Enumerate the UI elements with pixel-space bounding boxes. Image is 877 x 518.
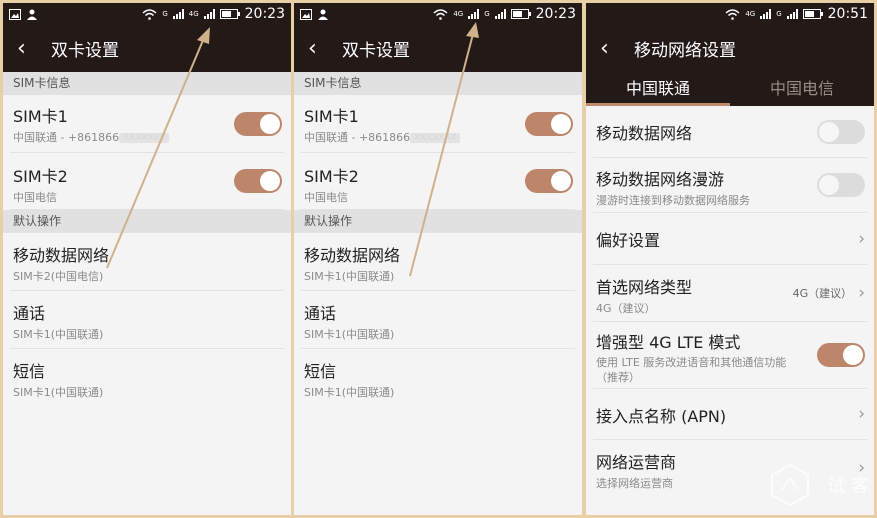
wifi-icon [142,8,157,20]
default-call-value: SIM卡1(中国联通) [13,328,104,341]
page-title: 双卡设置 [342,41,410,61]
default-call-row[interactable]: 通话 SIM卡1(中国联通) [301,291,575,349]
sim1-number: 中国联通 - +861866 [13,131,120,144]
sim2-row[interactable]: SIM卡2 中国电信 [10,153,284,210]
chevron-right-icon: › [858,228,865,249]
mobile-data-toggle[interactable] [817,119,865,144]
enhanced-lte-toggle[interactable] [817,343,865,367]
default-sms-title: 短信 [13,362,46,381]
default-sms-value: SIM卡1(中国联通) [304,386,395,399]
title-bar: ‹ 双卡设置 [294,25,582,72]
default-call-row[interactable]: 通话 SIM卡1(中国联通) [10,291,284,349]
battery-icon [219,9,240,19]
default-sms-title: 短信 [304,362,337,381]
sim1-toggle[interactable] [234,111,282,136]
signal-type-label: 4G [188,10,199,18]
section-header-default: 默认操作 [294,210,582,233]
default-call-value: SIM卡1(中国联通) [304,328,395,341]
signal-icon [172,9,184,19]
phone-screen-3: 4G G 20:51 ‹ 移动网络设置 中国联通 中国电信 移动数据网络 移动数… [586,3,874,515]
default-sms-row[interactable]: 短信 SIM卡1(中国联通) [10,349,284,407]
image-icon [9,8,21,20]
chevron-right-icon: › [858,283,865,303]
masked-number: XXXXXXX [410,133,461,143]
section-header-sim-info: SIM卡信息 [294,72,582,95]
page-title: 双卡设置 [51,41,119,61]
person-icon [318,9,328,20]
mobile-data-row[interactable]: 移动数据网络 [593,106,867,158]
enhanced-lte-row[interactable]: 增强型 4G LTE 模式 使用 LTE 服务改进语音和其他通信功能（推荐） [593,322,867,389]
preferences-title: 偏好设置 [596,231,661,250]
page-title: 移动网络设置 [634,41,736,61]
back-arrow-icon[interactable]: ‹ [17,37,51,60]
default-sms-row[interactable]: 短信 SIM卡1(中国联通) [301,349,575,407]
signal-type-label: G [162,10,168,18]
default-data-title: 移动数据网络 [304,246,401,265]
sim1-row[interactable]: SIM卡1 中国联通 - +861866 XXXXXXX [301,95,575,153]
watermark-text: 试 客 [827,476,869,497]
phone-screen-1: G 4G 20:23 ‹ 双卡设置 SIM卡信息 SIM卡1 中国联通 - +8… [3,3,291,515]
wifi-icon [433,8,448,20]
tab-china-telecom[interactable]: 中国电信 [730,72,874,106]
signal-type-label: 4G [745,10,756,18]
status-bar: 4G G 20:51 [586,3,874,25]
clock: 20:23 [535,6,576,22]
sim2-row[interactable]: SIM卡2 中国电信 [301,153,575,210]
title-bar: ‹ 双卡设置 [3,25,291,72]
back-arrow-icon[interactable]: ‹ [600,37,634,60]
watermark-logo-icon [771,463,810,507]
phone-screen-2: 4G G 20:23 ‹ 双卡设置 SIM卡信息 SIM卡1 中国联通 - +8… [294,3,582,515]
person-icon [27,9,37,20]
default-call-title: 通话 [13,304,46,323]
preferred-network-value: 4G（建议） [792,287,853,300]
enhanced-lte-sub: 使用 LTE 服务改进语音和其他通信功能（推荐） [596,356,787,384]
default-data-title: 移动数据网络 [13,246,110,265]
data-roaming-toggle[interactable] [817,173,865,197]
sim1-number: 中国联通 - +861866 [304,131,411,144]
sim1-row[interactable]: SIM卡1 中国联通 - +861866 XXXXXXX [10,95,284,153]
battery-icon [802,9,823,19]
status-bar: G 4G 20:23 [3,3,291,25]
battery-icon [510,9,531,19]
masked-number: XXXXXXX [119,133,170,143]
watermark: 试 客 [767,462,869,508]
default-data-row[interactable]: 移动数据网络 SIM卡2(中国电信) [10,233,284,291]
signal-icon [203,9,215,19]
section-header-sim-info: SIM卡信息 [3,72,291,95]
tab-china-unicom[interactable]: 中国联通 [586,72,730,106]
signal-type-label: G [776,10,782,18]
signal-type-label: G [484,10,490,18]
clock: 20:51 [827,6,868,22]
preferences-row[interactable]: 偏好设置 › [593,213,867,265]
status-bar: 4G G 20:23 [294,3,582,25]
sim1-toggle[interactable] [525,111,573,136]
default-data-row[interactable]: 移动数据网络 SIM卡1(中国联通) [301,233,575,291]
default-call-title: 通话 [304,304,337,323]
preferred-network-row[interactable]: 首选网络类型 4G（建议） 4G（建议） › [593,265,867,322]
clock: 20:23 [244,6,285,22]
apn-title: 接入点名称 (APN) [596,407,727,426]
section-header-default: 默认操作 [3,210,291,233]
back-arrow-icon[interactable]: ‹ [308,37,342,60]
chevron-right-icon: › [858,404,865,424]
wifi-icon [725,8,740,20]
sim2-toggle[interactable] [525,169,573,193]
apn-row[interactable]: 接入点名称 (APN) › [593,389,867,440]
signal-icon [494,9,506,19]
signal-icon [468,9,480,19]
default-sms-value: SIM卡1(中国联通) [13,386,104,399]
image-icon [300,8,312,20]
default-data-value: SIM卡1(中国联通) [304,270,395,283]
signal-icon [786,9,798,19]
sim2-toggle[interactable] [234,169,282,193]
title-bar: ‹ 移动网络设置 [586,25,874,72]
signal-type-label: 4G [453,10,464,18]
data-roaming-row[interactable]: 移动数据网络漫游 漫游时连接到移动数据网络服务 [593,158,867,213]
carrier-tabs: 中国联通 中国电信 [586,72,874,106]
signal-icon [760,9,772,19]
default-data-value: SIM卡2(中国电信) [13,270,104,283]
